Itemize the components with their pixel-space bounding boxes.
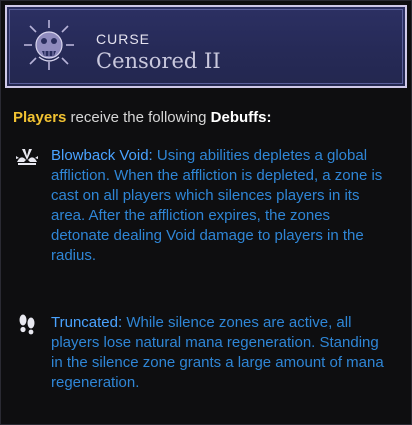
curse-skull-icon (24, 20, 74, 70)
debuff-text: Blowback Void: Using abilities depletes … (51, 146, 387, 266)
debuff-text: Truncated: While silence zones are activ… (51, 313, 387, 393)
winged-burst-icon (16, 149, 38, 165)
affix-category: CURSE (96, 31, 151, 47)
affix-title: Censored II (96, 49, 221, 73)
intro-line: Players receive the following Debuffs: (13, 109, 271, 126)
debuff-name: Truncated: (51, 314, 123, 331)
players-keyword: Players (13, 109, 67, 126)
footprints-icon (19, 314, 35, 335)
affix-tooltip: CURSE Censored II Players receive the fo… (0, 0, 412, 425)
debuffs-keyword: Debuffs: (210, 109, 272, 126)
tooltip-header: CURSE Censored II (5, 5, 407, 88)
debuff-description: Using abilities depletes a global afflic… (51, 147, 383, 264)
intro-text: receive the following (66, 109, 211, 126)
debuff-name: Blowback Void: (51, 147, 153, 164)
